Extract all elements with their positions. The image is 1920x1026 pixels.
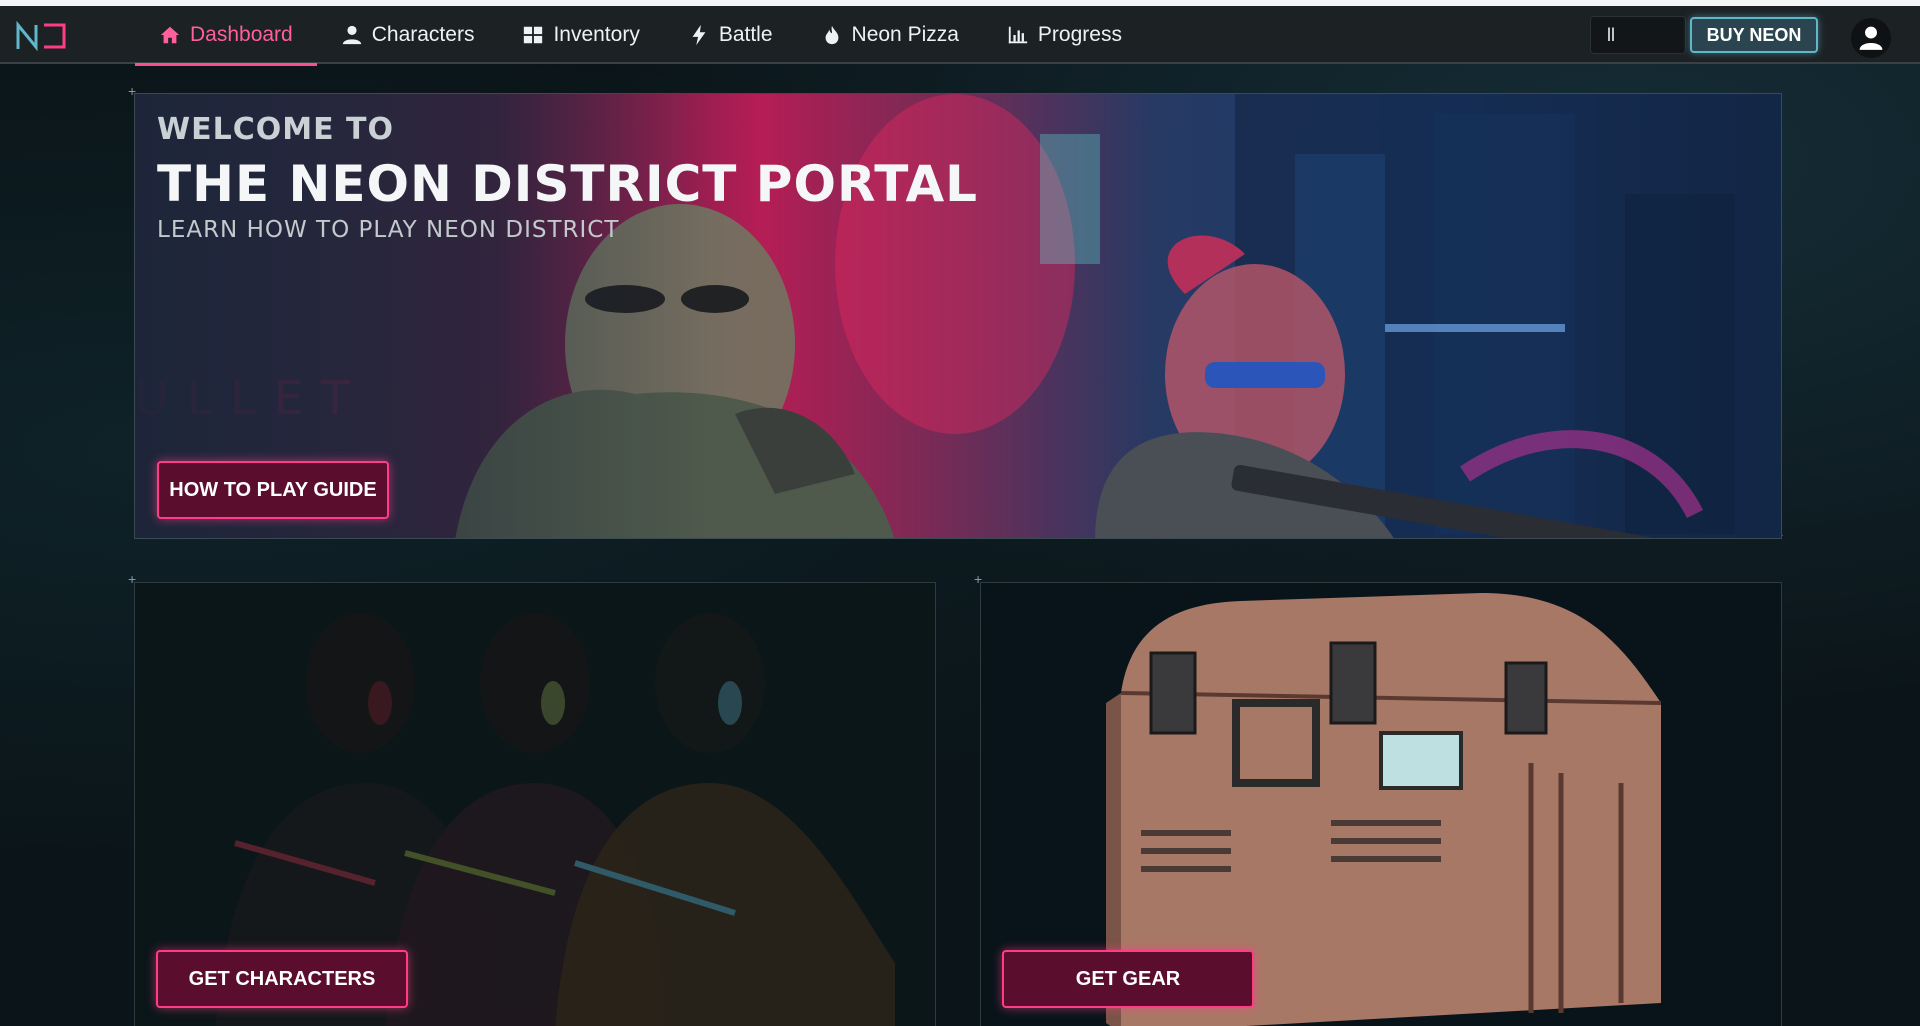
nav-item-inventory[interactable]: Inventory <box>498 6 663 64</box>
buy-neon-button[interactable]: BUY NEON <box>1690 17 1818 53</box>
nav-item-progress[interactable]: Progress <box>983 6 1146 64</box>
nav-item-label: Neon Pizza <box>851 23 959 46</box>
nav-item-label: Inventory <box>553 23 640 46</box>
nav-item-battle[interactable]: Battle <box>664 6 797 64</box>
top-navbar: Dashboard Characters Inventory Battle Ne… <box>0 6 1920 66</box>
gear-card: GET GEAR <box>980 582 1782 1026</box>
nav-item-label: Progress <box>1037 23 1122 46</box>
nav-item-neon-pizza[interactable]: Neon Pizza <box>797 6 983 64</box>
neon-district-logo[interactable] <box>14 19 70 53</box>
nav-item-characters[interactable]: Characters <box>317 6 499 64</box>
hero-title: THE NEON DISTRICT PORTAL <box>157 155 978 213</box>
get-gear-button[interactable]: GET GEAR <box>1002 950 1254 1008</box>
nav-item-label: Battle <box>718 23 773 46</box>
main-nav: Dashboard Characters Inventory Battle Ne… <box>135 6 1146 66</box>
user-icon <box>342 25 361 45</box>
how-to-play-guide-button[interactable]: HOW TO PLAY GUIDE <box>157 461 389 519</box>
characters-card: GET CHARACTERS <box>134 582 936 1026</box>
nav-item-label: Characters <box>371 23 475 46</box>
lightning-icon <box>692 24 706 46</box>
home-icon <box>160 26 180 44</box>
flame-icon <box>825 25 838 45</box>
grid-icon <box>524 26 543 44</box>
nav-item-dashboard[interactable]: Dashboard <box>135 6 317 66</box>
hero-welcome-text: WELCOME TO <box>157 112 394 147</box>
hero-subtitle: LEARN HOW TO PLAY NEON DISTRICT <box>157 217 620 243</box>
nav-item-label: Dashboard <box>190 23 293 46</box>
get-characters-button[interactable]: GET CHARACTERS <box>156 950 408 1008</box>
hero-banner: ULLET WELCOME TO THE NEON DISTRICT PORTA… <box>134 93 1782 539</box>
bar-chart-icon <box>1008 26 1028 44</box>
user-icon <box>1859 26 1883 50</box>
user-avatar-button[interactable] <box>1851 18 1891 58</box>
neon-balance-field[interactable]: ll <box>1590 16 1686 54</box>
hero-text-block: WELCOME TO THE NEON DISTRICT PORTAL LEAR… <box>157 112 978 243</box>
